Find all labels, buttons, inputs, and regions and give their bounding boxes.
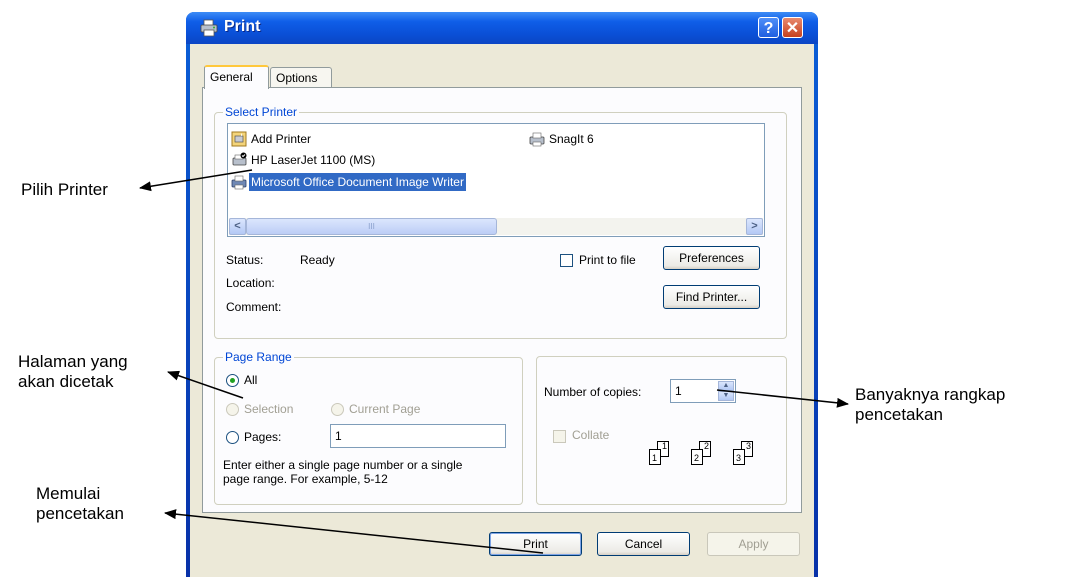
spin-up-icon[interactable]: ▲ [718, 381, 734, 391]
radio-current-page [331, 403, 344, 416]
title-bar[interactable]: Print ? ✕ [186, 12, 818, 44]
collate-checkbox [553, 430, 566, 443]
print-button[interactable]: Print [489, 532, 582, 556]
general-tab-panel: Select Printer Add Printer HP LaserJet 1… [202, 87, 802, 513]
page-range-hint-line1: Enter either a single page number or a s… [223, 458, 463, 472]
annotation-halaman: Halaman yang akan dicetak [18, 352, 128, 392]
radio-selection [226, 403, 239, 416]
tab-general[interactable]: General [204, 65, 269, 89]
radio-all-label[interactable]: All [244, 373, 257, 387]
annotation-pilih-printer: Pilih Printer [21, 180, 108, 199]
printer-icon [529, 132, 545, 147]
select-printer-group: Select Printer Add Printer HP LaserJet 1… [214, 105, 787, 339]
radio-all[interactable] [226, 374, 239, 387]
horizontal-scrollbar[interactable]: < III > [229, 218, 763, 235]
scroll-right-button[interactable]: > [746, 218, 763, 235]
select-printer-title: Select Printer [223, 105, 300, 119]
page-range-hint-line2: page range. For example, 5-12 [223, 472, 388, 486]
print-to-file-checkbox[interactable] [560, 254, 573, 267]
collate-page-2-front: 2 [691, 449, 703, 465]
printer-list[interactable]: Add Printer HP LaserJet 1100 (MS) Micros… [227, 123, 765, 237]
location-label: Location: [226, 276, 275, 290]
copies-spinner[interactable]: ▲ ▼ [718, 381, 734, 401]
printer-label: Add Printer [251, 132, 312, 146]
radio-selection-label: Selection [244, 402, 294, 416]
cancel-button[interactable]: Cancel [597, 532, 690, 556]
radio-pages-label[interactable]: Pages: [244, 430, 281, 444]
annotation-halaman-line1: Halaman yang [18, 352, 128, 371]
printer-icon [231, 175, 247, 190]
dialog-client-area: General Options Select Printer Add Print… [190, 44, 814, 577]
find-printer-button[interactable]: Find Printer... [663, 285, 760, 309]
print-dialog: Print ? ✕ General Options Select Printer [186, 12, 818, 577]
scroll-thumb[interactable]: III [246, 218, 497, 235]
page-range-title: Page Range [223, 350, 294, 364]
annotation-banyaknya-line1: Banyaknya rangkap [855, 385, 1006, 404]
radio-pages[interactable] [226, 431, 239, 444]
apply-button: Apply [707, 532, 800, 556]
preferences-button[interactable]: Preferences [663, 246, 760, 270]
annotation-memulai: Memulai pencetakan [36, 484, 124, 524]
status-label: Status: [226, 253, 264, 267]
page-range-group: Page Range All Selection Current Page Pa… [214, 350, 523, 505]
tab-options[interactable]: Options [270, 67, 332, 89]
annotation-banyaknya-line2: pencetakan [855, 405, 943, 424]
spin-down-icon[interactable]: ▼ [718, 391, 734, 401]
number-of-copies-label: Number of copies: [544, 385, 642, 399]
status-value: Ready [300, 253, 335, 267]
radio-current-page-label: Current Page [349, 402, 421, 416]
printer-label: Microsoft Office Document Image Writer [249, 173, 466, 191]
print-to-file-label[interactable]: Print to file [579, 253, 636, 267]
annotation-memulai-line1: Memulai [36, 484, 101, 503]
comment-label: Comment: [226, 300, 282, 314]
collate-page-1-front: 1 [649, 449, 661, 465]
pages-input[interactable]: 1 [330, 424, 506, 448]
copies-group: Number of copies: 1 ▲ ▼ Collate 1 1 2 2 … [536, 356, 787, 505]
scroll-left-button[interactable]: < [229, 218, 246, 235]
help-button[interactable]: ? [758, 17, 779, 38]
default-printer-icon [232, 152, 247, 166]
close-button[interactable]: ✕ [782, 17, 803, 38]
collate-page-3-front: 3 [733, 449, 745, 465]
printer-title-icon [200, 19, 218, 37]
annotation-halaman-line2: akan dicetak [18, 372, 114, 391]
printer-label: SnagIt 6 [549, 132, 594, 146]
window-title: Print [224, 18, 261, 35]
collate-label: Collate [572, 428, 610, 442]
annotation-memulai-line2: pencetakan [36, 504, 124, 523]
add-printer-icon [231, 131, 247, 147]
annotation-banyaknya: Banyaknya rangkap pencetakan [855, 385, 1005, 425]
printer-label: HP LaserJet 1100 (MS) [251, 153, 376, 167]
